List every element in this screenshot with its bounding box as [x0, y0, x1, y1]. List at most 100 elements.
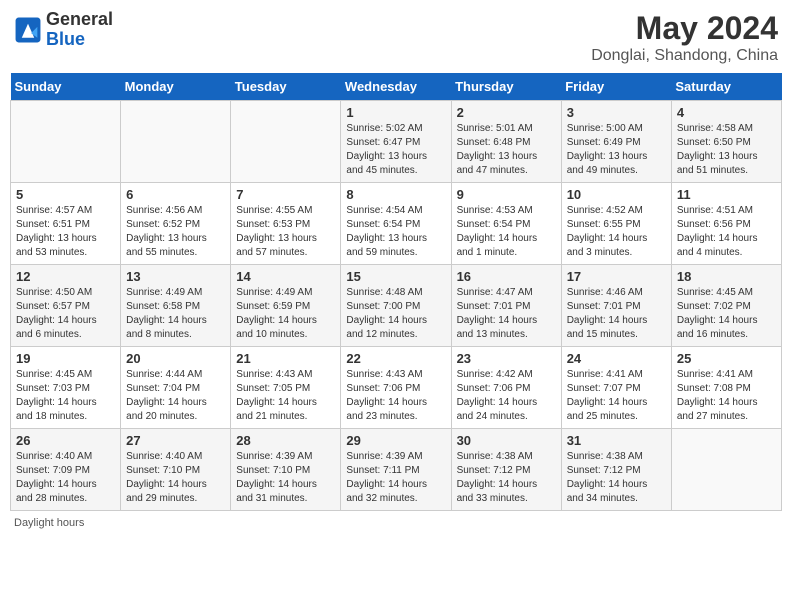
- day-number: 13: [126, 269, 225, 284]
- calendar-week-row: 12Sunrise: 4:50 AM Sunset: 6:57 PM Dayli…: [11, 265, 782, 347]
- calendar-cell: [671, 429, 781, 511]
- day-number: 26: [16, 433, 115, 448]
- day-number: 17: [567, 269, 666, 284]
- col-header-sunday: Sunday: [11, 73, 121, 101]
- calendar-cell: [121, 101, 231, 183]
- day-info: Sunrise: 4:45 AM Sunset: 7:02 PM Dayligh…: [677, 286, 776, 342]
- calendar-cell: [231, 101, 341, 183]
- calendar-cell: 12Sunrise: 4:50 AM Sunset: 6:57 PM Dayli…: [11, 265, 121, 347]
- day-info: Sunrise: 4:46 AM Sunset: 7:01 PM Dayligh…: [567, 286, 666, 342]
- day-number: 29: [346, 433, 445, 448]
- day-number: 23: [457, 351, 556, 366]
- day-number: 9: [457, 187, 556, 202]
- day-number: 2: [457, 105, 556, 120]
- col-header-tuesday: Tuesday: [231, 73, 341, 101]
- day-info: Sunrise: 4:56 AM Sunset: 6:52 PM Dayligh…: [126, 204, 225, 260]
- day-info: Sunrise: 4:40 AM Sunset: 7:09 PM Dayligh…: [16, 450, 115, 506]
- col-header-friday: Friday: [561, 73, 671, 101]
- day-number: 20: [126, 351, 225, 366]
- day-number: 7: [236, 187, 335, 202]
- day-info: Sunrise: 4:39 AM Sunset: 7:11 PM Dayligh…: [346, 450, 445, 506]
- calendar-cell: 28 Sunrise: 4:39 AM Sunset: 7:10 PM Dayli…: [231, 429, 341, 511]
- day-number: 6: [126, 187, 225, 202]
- title-block: May 2024 Donglai, Shandong, China: [591, 10, 778, 65]
- day-number: 21: [236, 351, 335, 366]
- day-number: 4: [677, 105, 776, 120]
- calendar-cell: [11, 101, 121, 183]
- day-info: Sunrise: 4:41 AM Sunset: 7:08 PM Dayligh…: [677, 368, 776, 424]
- day-number: 25: [677, 351, 776, 366]
- day-number: 30: [457, 433, 556, 448]
- day-info: Sunrise: 4:43 AM Sunset: 7:05 PM Dayligh…: [236, 368, 335, 424]
- day-number: 22: [346, 351, 445, 366]
- day-number: 28: [236, 433, 335, 448]
- day-number: 8: [346, 187, 445, 202]
- day-number: 15: [346, 269, 445, 284]
- day-info: Sunrise: 4:49 AM Sunset: 6:58 PM Dayligh…: [126, 286, 225, 342]
- calendar-week-row: 19 Sunrise: 4:45 AM Sunset: 7:03 PM Dayli…: [11, 347, 782, 429]
- calendar-cell: 19 Sunrise: 4:45 AM Sunset: 7:03 PM Dayli…: [11, 347, 121, 429]
- calendar-cell: 26 Sunrise: 4:40 AM Sunset: 7:09 PM Dayli…: [11, 429, 121, 511]
- calendar-cell: 30Sunrise: 4:38 AM Sunset: 7:12 PM Dayli…: [451, 429, 561, 511]
- calendar-cell: 21 Sunrise: 4:43 AM Sunset: 7:05 PM Dayli…: [231, 347, 341, 429]
- day-info: Sunrise: 4:52 AM Sunset: 6:55 PM Dayligh…: [567, 204, 666, 260]
- day-info: Sunrise: 4:57 AM Sunset: 6:51 PM Dayligh…: [16, 204, 115, 260]
- calendar-cell: 31 Sunrise: 4:38 AM Sunset: 7:12 PM Dayli…: [561, 429, 671, 511]
- footer-note: Daylight hours: [10, 517, 782, 529]
- calendar-cell: 3 Sunrise: 5:00 AM Sunset: 6:49 PM Daylig…: [561, 101, 671, 183]
- calendar-cell: 5 Sunrise: 4:57 AM Sunset: 6:51 PM Daylig…: [11, 183, 121, 265]
- col-header-thursday: Thursday: [451, 73, 561, 101]
- day-info: Sunrise: 4:53 AM Sunset: 6:54 PM Dayligh…: [457, 204, 556, 260]
- day-number: 16: [457, 269, 556, 284]
- day-number: 31: [567, 433, 666, 448]
- day-info: Sunrise: 5:00 AM Sunset: 6:49 PM Dayligh…: [567, 122, 666, 178]
- day-number: 19: [16, 351, 115, 366]
- day-number: 3: [567, 105, 666, 120]
- col-header-monday: Monday: [121, 73, 231, 101]
- calendar-cell: 22 Sunrise: 4:43 AM Sunset: 7:06 PM Dayli…: [341, 347, 451, 429]
- calendar-cell: 18 Sunrise: 4:45 AM Sunset: 7:02 PM Dayli…: [671, 265, 781, 347]
- day-number: 10: [567, 187, 666, 202]
- day-info: Sunrise: 4:38 AM Sunset: 7:12 PM Dayligh…: [567, 450, 666, 506]
- calendar-cell: 15Sunrise: 4:48 AM Sunset: 7:00 PM Dayli…: [341, 265, 451, 347]
- page-header: General Blue May 2024 Donglai, Shandong,…: [10, 10, 782, 65]
- day-number: 14: [236, 269, 335, 284]
- daylight-label: Daylight hours: [14, 517, 84, 529]
- calendar-cell: 9 Sunrise: 4:53 AM Sunset: 6:54 PM Daylig…: [451, 183, 561, 265]
- calendar-header-row: SundayMondayTuesdayWednesdayThursdayFrid…: [11, 73, 782, 101]
- calendar-cell: 2 Sunrise: 5:01 AM Sunset: 6:48 PM Daylig…: [451, 101, 561, 183]
- col-header-wednesday: Wednesday: [341, 73, 451, 101]
- calendar-week-row: 5 Sunrise: 4:57 AM Sunset: 6:51 PM Daylig…: [11, 183, 782, 265]
- calendar-cell: 20 Sunrise: 4:44 AM Sunset: 7:04 PM Dayli…: [121, 347, 231, 429]
- logo-icon: [14, 16, 42, 44]
- calendar-cell: 13 Sunrise: 4:49 AM Sunset: 6:58 PM Dayli…: [121, 265, 231, 347]
- logo-text: General Blue: [46, 10, 113, 50]
- calendar-cell: 16 Sunrise: 4:47 AM Sunset: 7:01 PM Dayli…: [451, 265, 561, 347]
- day-number: 18: [677, 269, 776, 284]
- calendar-cell: 8 Sunrise: 4:54 AM Sunset: 6:54 PM Daylig…: [341, 183, 451, 265]
- calendar-cell: 11Sunrise: 4:51 AM Sunset: 6:56 PM Dayli…: [671, 183, 781, 265]
- day-info: Sunrise: 4:42 AM Sunset: 7:06 PM Dayligh…: [457, 368, 556, 424]
- day-info: Sunrise: 4:55 AM Sunset: 6:53 PM Dayligh…: [236, 204, 335, 260]
- day-number: 11: [677, 187, 776, 202]
- day-info: Sunrise: 4:47 AM Sunset: 7:01 PM Dayligh…: [457, 286, 556, 342]
- day-info: Sunrise: 4:45 AM Sunset: 7:03 PM Dayligh…: [16, 368, 115, 424]
- day-info: Sunrise: 4:54 AM Sunset: 6:54 PM Dayligh…: [346, 204, 445, 260]
- calendar-cell: 7 Sunrise: 4:55 AM Sunset: 6:53 PM Daylig…: [231, 183, 341, 265]
- day-info: Sunrise: 5:01 AM Sunset: 6:48 PM Dayligh…: [457, 122, 556, 178]
- day-info: Sunrise: 4:44 AM Sunset: 7:04 PM Dayligh…: [126, 368, 225, 424]
- day-info: Sunrise: 4:50 AM Sunset: 6:57 PM Dayligh…: [16, 286, 115, 342]
- calendar-week-row: 26 Sunrise: 4:40 AM Sunset: 7:09 PM Dayli…: [11, 429, 782, 511]
- day-info: Sunrise: 4:41 AM Sunset: 7:07 PM Dayligh…: [567, 368, 666, 424]
- day-info: Sunrise: 4:40 AM Sunset: 7:10 PM Dayligh…: [126, 450, 225, 506]
- day-info: Sunrise: 4:43 AM Sunset: 7:06 PM Dayligh…: [346, 368, 445, 424]
- calendar-cell: 23 Sunrise: 4:42 AM Sunset: 7:06 PM Dayli…: [451, 347, 561, 429]
- day-info: Sunrise: 4:58 AM Sunset: 6:50 PM Dayligh…: [677, 122, 776, 178]
- calendar-week-row: 1Sunrise: 5:02 AM Sunset: 6:47 PM Daylig…: [11, 101, 782, 183]
- calendar-cell: 6 Sunrise: 4:56 AM Sunset: 6:52 PM Daylig…: [121, 183, 231, 265]
- day-info: Sunrise: 5:02 AM Sunset: 6:47 PM Dayligh…: [346, 122, 445, 178]
- day-number: 5: [16, 187, 115, 202]
- calendar-cell: 27Sunrise: 4:40 AM Sunset: 7:10 PM Dayli…: [121, 429, 231, 511]
- day-info: Sunrise: 4:39 AM Sunset: 7:10 PM Dayligh…: [236, 450, 335, 506]
- calendar-table: SundayMondayTuesdayWednesdayThursdayFrid…: [10, 73, 782, 511]
